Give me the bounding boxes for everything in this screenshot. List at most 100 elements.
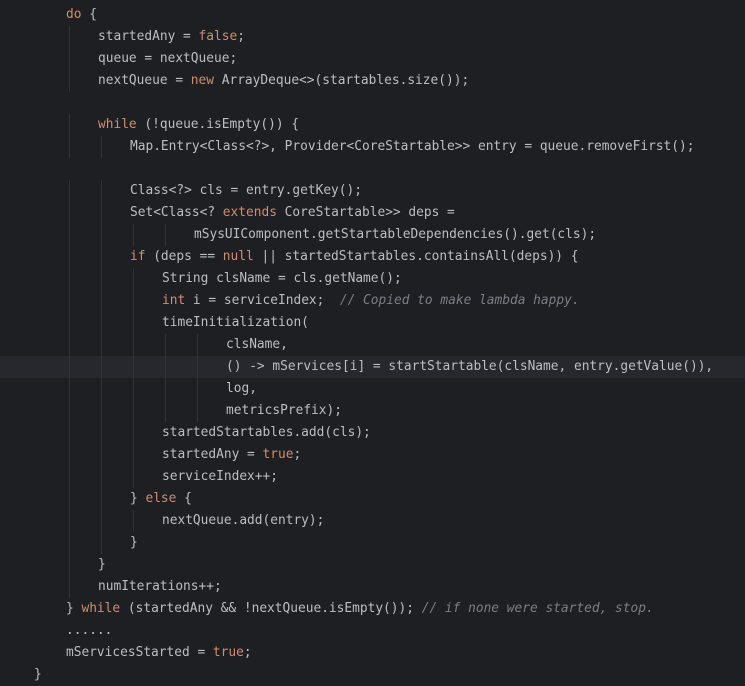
indent-guide	[101, 136, 102, 158]
indent-guide	[165, 356, 166, 378]
indent-guide	[101, 312, 102, 334]
code-line[interactable]: nextQueue.add(entry);	[0, 510, 745, 532]
indent-guide	[133, 510, 134, 532]
code-line[interactable]: clsName,	[0, 334, 745, 356]
code-keyword: null	[222, 249, 254, 264]
code-line[interactable]: queue = nextQueue;	[0, 48, 745, 70]
code-line[interactable]: metricsPrefix);	[0, 400, 745, 422]
code-keyword: else	[145, 491, 177, 506]
indent-guide	[133, 466, 134, 488]
code-line[interactable]: log,	[0, 378, 745, 400]
code-token: Class<?> cls = entry.getKey();	[130, 183, 362, 198]
code-line[interactable]: }	[0, 532, 745, 554]
code-line[interactable]	[0, 158, 745, 180]
code-token: }	[130, 535, 138, 550]
code-line[interactable]: }	[0, 664, 745, 686]
code-line-text: while (!queue.isEmpty()) {	[98, 114, 299, 136]
indent-guide	[69, 356, 70, 378]
code-token: timeInitialization(	[162, 315, 309, 330]
code-keyword: int	[162, 293, 186, 308]
indent-guide	[101, 290, 102, 312]
code-token: CoreStartable>> deps =	[276, 205, 455, 220]
code-editor[interactable]: do {startedAny = false; queue = nextQueue…	[0, 4, 745, 684]
code-line[interactable]	[0, 92, 745, 114]
code-line[interactable]: int i = serviceIndex; // Copied to make …	[0, 290, 745, 312]
indent-guide	[69, 180, 70, 202]
code-token: }	[130, 491, 146, 506]
code-line[interactable]: while (!queue.isEmpty()) {	[0, 114, 745, 136]
code-token: clsName,	[226, 337, 288, 352]
code-token: }	[66, 601, 82, 616]
code-token: Map.Entry<Class<?>, Provider<CoreStartab…	[130, 139, 695, 154]
code-line-text: () -> mServices[i] = startStartable(clsN…	[226, 356, 713, 378]
code-line[interactable]: startedAny = true;	[0, 444, 745, 466]
code-line[interactable]: Set<Class<? extends CoreStartable>> deps…	[0, 202, 745, 224]
code-token: (deps ==	[145, 249, 223, 264]
indent-guide	[69, 400, 70, 422]
indent-guide	[101, 422, 102, 444]
code-line[interactable]: mServicesStarted = true;	[0, 642, 745, 664]
indent-guide	[133, 312, 134, 334]
code-keyword: extends	[222, 205, 277, 220]
code-line-text: String clsName = cls.getName();	[162, 268, 402, 290]
code-line-text: } while (startedAny && !nextQueue.isEmpt…	[66, 598, 654, 620]
code-line-text: ......	[66, 620, 112, 642]
code-token: queue = nextQueue;	[98, 51, 238, 66]
indent-guide	[69, 510, 70, 532]
code-line[interactable]: nextQueue = new ArrayDeque<>(startables.…	[0, 70, 745, 92]
code-token: metricsPrefix);	[226, 403, 342, 418]
code-token: {	[81, 7, 97, 22]
code-line[interactable]: String clsName = cls.getName();	[0, 268, 745, 290]
code-line[interactable]: }	[0, 554, 745, 576]
code-token: mSysUIComponent.getStartableDependencies…	[194, 227, 597, 242]
indent-guide	[69, 466, 70, 488]
code-token: ......	[66, 623, 113, 638]
indent-guide	[101, 466, 102, 488]
indent-guide	[69, 246, 70, 268]
code-line-text: numIterations++;	[98, 576, 222, 598]
indent-guide	[69, 136, 70, 158]
code-line[interactable]: } while (startedAny && !nextQueue.isEmpt…	[0, 598, 745, 620]
indent-guide	[165, 334, 166, 356]
indent-guide	[101, 224, 102, 246]
code-token: String clsName = cls.getName();	[162, 271, 402, 286]
indent-guide	[69, 48, 70, 70]
code-line[interactable]: startedStartables.add(cls);	[0, 422, 745, 444]
code-token: Set<Class<?	[130, 205, 223, 220]
code-token: }	[34, 667, 42, 682]
code-line[interactable]: timeInitialization(	[0, 312, 745, 334]
code-line-text: mSysUIComponent.getStartableDependencies…	[194, 224, 596, 246]
code-line[interactable]: } else {	[0, 488, 745, 510]
indent-guide	[133, 290, 134, 312]
code-line-text: Set<Class<? extends CoreStartable>> deps…	[130, 202, 455, 224]
code-line[interactable]: startedAny = false;	[0, 26, 745, 48]
code-line[interactable]: ......	[0, 620, 745, 642]
code-line[interactable]: mSysUIComponent.getStartableDependencies…	[0, 224, 745, 246]
code-line[interactable]: if (deps == null || startedStartables.co…	[0, 246, 745, 268]
code-line-current[interactable]: () -> mServices[i] = startStartable(clsN…	[0, 356, 745, 378]
code-line-text: metricsPrefix);	[226, 400, 342, 422]
code-line[interactable]: Class<?> cls = entry.getKey();	[0, 180, 745, 202]
indent-guide	[69, 532, 70, 554]
code-token: ArrayDeque<>(startables.size());	[214, 73, 470, 88]
code-line[interactable]: numIterations++;	[0, 576, 745, 598]
code-line[interactable]: serviceIndex++;	[0, 466, 745, 488]
indent-guide	[165, 378, 166, 400]
indent-guide	[101, 246, 102, 268]
indent-guide	[101, 444, 102, 466]
code-line-text: Map.Entry<Class<?>, Provider<CoreStartab…	[130, 136, 694, 158]
code-token: serviceIndex++;	[162, 469, 278, 484]
code-line[interactable]: do {	[0, 4, 745, 26]
code-token: log,	[226, 381, 257, 396]
code-line[interactable]: Map.Entry<Class<?>, Provider<CoreStartab…	[0, 136, 745, 158]
code-token: startedAny =	[98, 29, 199, 44]
indent-guide	[197, 400, 198, 422]
indent-guide	[165, 400, 166, 422]
code-token: startedStartables.add(cls);	[162, 425, 371, 440]
code-token: nextQueue.add(entry);	[162, 513, 325, 528]
code-line-text: int i = serviceIndex; // Copied to make …	[162, 290, 580, 312]
code-line-text: log,	[226, 378, 257, 400]
code-keyword: if	[130, 249, 146, 264]
code-line-text: nextQueue = new ArrayDeque<>(startables.…	[98, 70, 469, 92]
indent-guide	[197, 378, 198, 400]
